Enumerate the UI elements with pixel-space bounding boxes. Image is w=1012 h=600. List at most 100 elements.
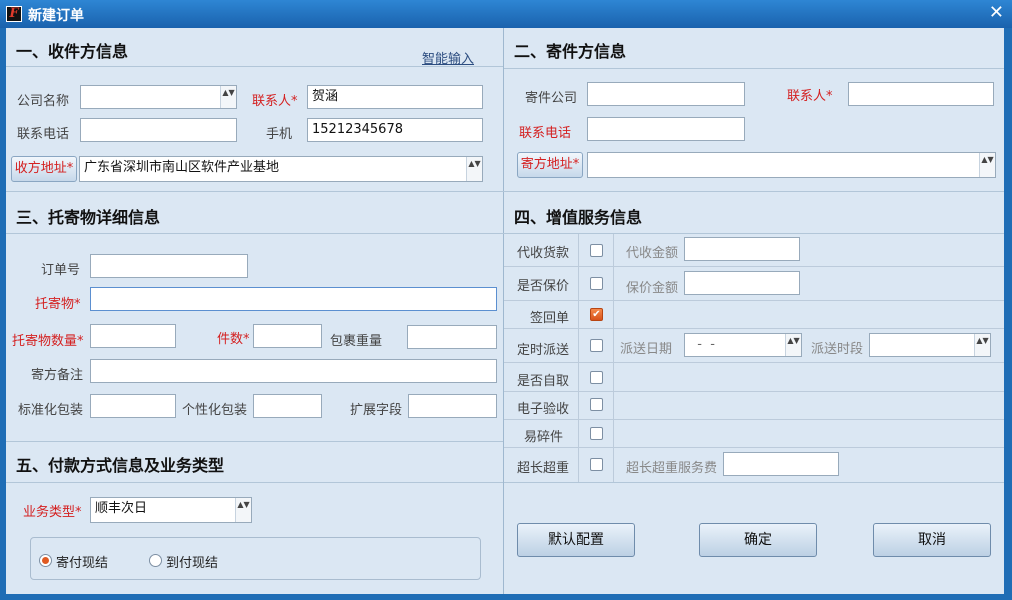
order-no-input[interactable]: [90, 254, 248, 278]
dialog-body: 一、收件方信息 智能输入 公司名称 ▲▼ 联系人* 贺涵 联系电话 手机 152…: [6, 28, 1004, 594]
title-bar: F 新建订单 ✕: [0, 0, 1012, 28]
receiver-mobile-input[interactable]: 15212345678: [307, 118, 483, 142]
radio-prepaid[interactable]: [39, 554, 52, 567]
standard-package-input[interactable]: [90, 394, 176, 418]
sender-address-select[interactable]: ▲▼: [587, 152, 996, 178]
spinner-arrows-icon[interactable]: ▲▼: [235, 498, 251, 522]
service-label: 签回单: [530, 307, 569, 326]
receiver-phone-label: 联系电话: [17, 123, 69, 142]
sender-company-input[interactable]: [587, 82, 745, 106]
delivery-date-label: 派送日期: [620, 338, 672, 357]
divider: [6, 441, 503, 442]
oversize-fee-label: 超长超重服务费: [626, 457, 717, 476]
insured-amount-label: 保价金额: [626, 277, 678, 296]
quantity-label: 托寄物数量*: [12, 330, 84, 349]
dialog-window: F 新建订单 ✕ 一、收件方信息 智能输入 公司名称 ▲▼ 联系人* 贺涵 联系…: [0, 0, 1012, 600]
sender-phone-input[interactable]: [587, 117, 745, 141]
custom-package-input[interactable]: [253, 394, 322, 418]
spinner-arrows-icon[interactable]: ▲▼: [466, 157, 482, 181]
cancel-button[interactable]: 取消: [873, 523, 991, 557]
payment-section-title: 五、付款方式信息及业务类型: [16, 452, 224, 476]
payment-method-group: 寄付现结 到付现结: [30, 537, 481, 580]
weight-label: 包裹重量: [330, 330, 382, 349]
sender-contact-input[interactable]: [848, 82, 994, 106]
receiver-phone-input[interactable]: [80, 118, 237, 142]
value-added-section-title: 四、增值服务信息: [514, 204, 642, 228]
radio-prepaid-label[interactable]: 寄付现结: [56, 552, 108, 571]
service-label: 是否保价: [517, 275, 569, 294]
receiver-contact-label: 联系人*: [252, 90, 298, 109]
spinner-arrows-icon[interactable]: ▲▼: [979, 153, 995, 177]
service-label: 代收货款: [517, 242, 569, 261]
service-row-self-pickup: 是否自取: [504, 363, 1004, 392]
sender-address-button[interactable]: 寄方地址*: [517, 152, 583, 178]
pieces-input[interactable]: [253, 324, 322, 348]
insured-amount-input[interactable]: [684, 271, 800, 295]
service-row-insurance: 是否保价 保价金额: [504, 267, 1004, 301]
service-row-oversize: 超长超重 超长超重服务费: [504, 448, 1004, 482]
close-icon[interactable]: ✕: [989, 3, 1004, 23]
service-label: 电子验收: [517, 398, 569, 417]
timed-delivery-checkbox[interactable]: [590, 339, 603, 352]
service-row-fragile: 易碎件: [504, 420, 1004, 448]
order-no-label: 订单号: [41, 259, 80, 278]
standard-package-label: 标准化包装: [18, 399, 83, 418]
sender-company-label: 寄件公司: [525, 87, 577, 106]
receiver-address-button[interactable]: 收方地址*: [11, 156, 77, 182]
smart-input-link[interactable]: 智能输入: [422, 48, 474, 67]
self-pickup-checkbox[interactable]: [590, 371, 603, 384]
radio-collect-label[interactable]: 到付现结: [166, 552, 218, 571]
return-receipt-checkbox[interactable]: ✔: [590, 308, 603, 321]
spinner-arrows-icon[interactable]: ▲▼: [785, 334, 801, 356]
spinner-arrows-icon[interactable]: ▲▼: [974, 334, 990, 356]
delivery-date-picker[interactable]: - -▲▼: [684, 333, 802, 357]
receiver-company-label: 公司名称: [17, 90, 69, 109]
delivery-slot-select[interactable]: ▲▼: [869, 333, 991, 357]
custom-package-label: 个性化包装: [182, 399, 247, 418]
fragile-checkbox[interactable]: [590, 427, 603, 440]
delivery-slot-label: 派送时段: [811, 338, 863, 357]
insurance-checkbox[interactable]: [590, 277, 603, 290]
default-config-button[interactable]: 默认配置: [517, 523, 635, 557]
cod-amount-label: 代收金额: [626, 242, 678, 261]
e-acceptance-checkbox[interactable]: [590, 398, 603, 411]
remark-input[interactable]: [90, 359, 497, 383]
business-type-label: 业务类型*: [23, 501, 82, 520]
goods-label: 托寄物*: [35, 293, 81, 312]
receiver-section-title: 一、收件方信息: [16, 38, 128, 62]
service-label: 定时派送: [517, 339, 569, 358]
business-type-select[interactable]: 顺丰次日▲▼: [90, 497, 252, 523]
oversize-checkbox[interactable]: [590, 458, 603, 471]
receiver-address-select[interactable]: 广东省深圳市南山区软件产业基地▲▼: [79, 156, 483, 182]
sender-phone-label: 联系电话: [519, 122, 571, 141]
service-row-e-acceptance: 电子验收: [504, 392, 1004, 420]
oversize-fee-input[interactable]: [723, 452, 839, 476]
extension-field-label: 扩展字段: [350, 399, 402, 418]
window-title: 新建订单: [28, 5, 84, 25]
receiver-mobile-label: 手机: [266, 123, 292, 142]
service-row-return-receipt: 签回单 ✔: [504, 301, 1004, 329]
cod-checkbox[interactable]: [590, 244, 603, 257]
sender-contact-label: 联系人*: [787, 85, 833, 104]
cargo-section-title: 三、托寄物详细信息: [16, 204, 160, 228]
divider: [504, 68, 1004, 69]
quantity-input[interactable]: [90, 324, 176, 348]
cod-amount-input[interactable]: [684, 237, 800, 261]
receiver-contact-input[interactable]: 贺涵: [307, 85, 483, 109]
weight-input[interactable]: [407, 325, 497, 349]
remark-label: 寄方备注: [31, 364, 83, 383]
radio-collect[interactable]: [149, 554, 162, 567]
receiver-company-select[interactable]: ▲▼: [80, 85, 237, 109]
service-label: 超长超重: [517, 457, 569, 476]
goods-input[interactable]: [90, 287, 497, 311]
extension-field-input[interactable]: [408, 394, 497, 418]
app-logo-icon: F: [6, 6, 22, 22]
service-label: 易碎件: [524, 426, 563, 445]
pieces-label: 件数*: [217, 328, 250, 347]
sender-section-title: 二、寄件方信息: [514, 38, 626, 62]
confirm-button[interactable]: 确定: [699, 523, 817, 557]
spinner-arrows-icon[interactable]: ▲▼: [220, 86, 236, 108]
service-row-cod: 代收货款 代收金额: [504, 234, 1004, 267]
divider: [6, 482, 503, 483]
service-row-timed-delivery: 定时派送 派送日期 - -▲▼ 派送时段 ▲▼: [504, 329, 1004, 363]
